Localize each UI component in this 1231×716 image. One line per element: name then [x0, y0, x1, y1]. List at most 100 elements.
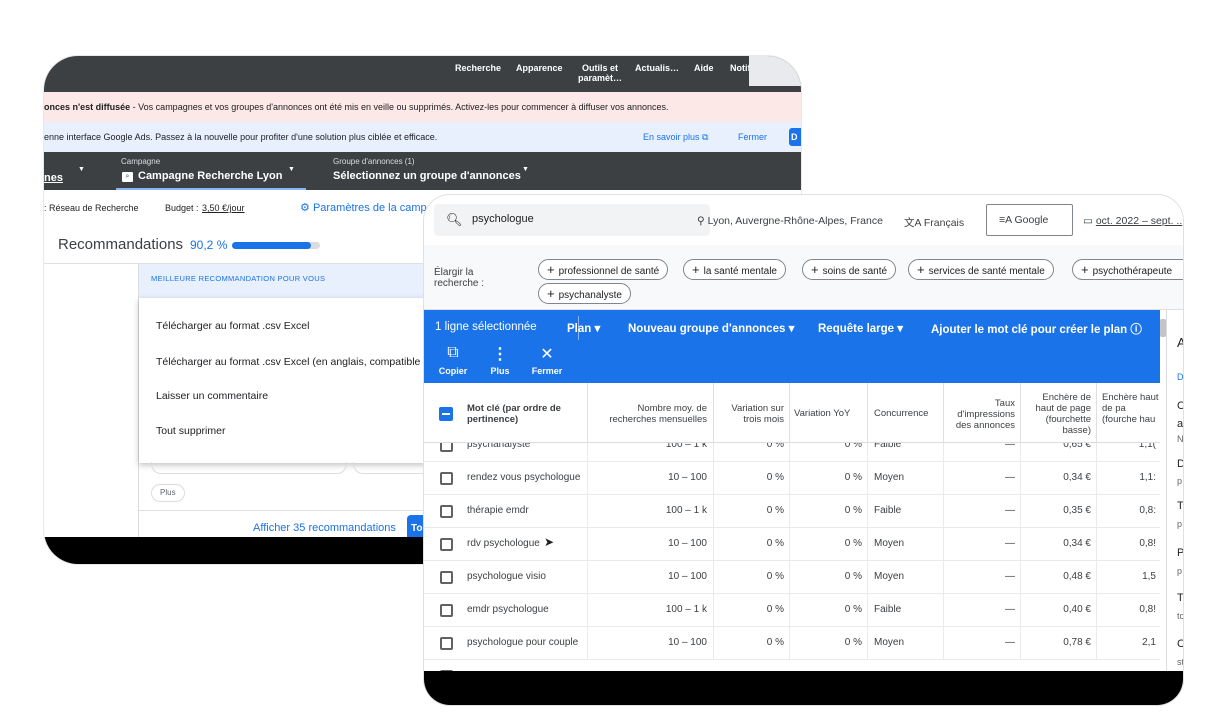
col-yoy[interactable]: Variation YoY — [794, 408, 850, 419]
divider — [713, 462, 714, 495]
match-type-dropdown[interactable]: Requête large ▾ — [818, 321, 903, 335]
side-text: a — [1177, 418, 1183, 430]
table-row[interactable]: rendez vous psychologue 10 – 100 0 % 0 % Moy… — [424, 462, 1160, 495]
settings-link[interactable]: ⚙ Paramètres de la campa — [300, 190, 433, 226]
more-vert-icon[interactable]: ⋮ — [480, 344, 520, 364]
row-checkbox[interactable] — [440, 443, 453, 452]
row-checkbox[interactable] — [440, 604, 453, 617]
chevron-down-icon[interactable]: ▼ — [522, 166, 529, 173]
nav-search[interactable]: Recherche — [455, 63, 501, 73]
add-keyword-to-plan-button[interactable]: Ajouter le mot clé pour créer le plan ⓘ — [931, 321, 1142, 337]
keyword-chip[interactable] — [353, 462, 433, 474]
cell-high: 1,1: — [1139, 472, 1156, 483]
cell-three: 0 % — [766, 538, 784, 549]
col-avg-searches[interactable]: Nombre moy. de recherches mensuelles — [594, 403, 707, 425]
close-label[interactable]: Fermer — [527, 366, 567, 376]
menu-item-download-csv-en[interactable]: Télécharger au format .csv Excel (en ang… — [156, 356, 434, 368]
nav-help[interactable]: Aide — [694, 63, 714, 73]
divider — [867, 495, 868, 528]
col-bid-low[interactable]: Enchère de haut de page (fourchette bass… — [1026, 392, 1091, 436]
side-text: C — [1177, 400, 1183, 412]
chip-services[interactable]: + services de santé mentale — [908, 259, 1054, 280]
chip-sante-mentale[interactable]: + la santé mentale — [683, 259, 786, 280]
cell-kw: psychologue visio — [467, 571, 546, 582]
menu-item-download-csv[interactable]: Télécharger au format .csv Excel — [156, 320, 309, 332]
menu-item-feedback[interactable]: Laisser un commentaire — [156, 390, 268, 402]
chip-psychanalyste[interactable]: + psychanalyste — [538, 283, 631, 304]
network-icon: ≡A — [999, 214, 1012, 226]
new-ad-group-dropdown[interactable]: Nouveau groupe d'annonces ▾ — [628, 321, 794, 335]
nav-notifications[interactable]: Notif — [730, 63, 751, 73]
close-icon[interactable]: ✕ — [527, 344, 567, 364]
table-row[interactable]: psychologue visio 10 – 100 0 % 0 % Moyen — 0,4… — [424, 561, 1160, 594]
chip-soins[interactable]: + soins de santé — [802, 259, 897, 280]
chip-psychotherapeute[interactable]: + psychothérapeute — [1072, 259, 1183, 280]
row-checkbox[interactable] — [440, 472, 453, 485]
divider — [789, 495, 790, 528]
plan-dropdown[interactable]: Plan ▾ — [567, 321, 600, 335]
alert-bold: onces n'est diffusée — [44, 102, 131, 112]
chevron-down-icon[interactable]: ▼ — [288, 166, 295, 173]
info-text: enne interface Google Ads. Passez à la n… — [44, 132, 438, 142]
cell-avg: 100 – 1 k — [665, 505, 707, 516]
table-row[interactable]: emdr psychologue 100 – 1 k 0 % 0 % Faible — 0,… — [424, 594, 1160, 627]
more-label[interactable]: Plus — [480, 366, 520, 376]
row-checkbox[interactable] — [440, 538, 453, 551]
crumb-campaigns[interactable]: nes — [44, 172, 63, 184]
show-all-recommendations-link[interactable]: Afficher 35 recommandations — [253, 522, 396, 534]
table-row[interactable]: psychologue pour couple 10 – 100 0 % 0 % Moy… — [424, 627, 1160, 660]
budget-value[interactable]: 3,50 €/jour — [202, 190, 245, 226]
col-three-month[interactable]: Variation sur trois mois — [720, 403, 784, 425]
language-filter[interactable]: 文A Français — [904, 215, 964, 230]
crumb-campaign-value[interactable]: Campagne Recherche Lyon — [138, 170, 282, 182]
table-row[interactable]: rdv psychologue 10 – 100 0 % 0 % Moyen — 0,34 … — [424, 528, 1160, 561]
query-box[interactable]: 🔍︎ psychologue — [434, 204, 710, 236]
caret-down-icon: ▾ — [594, 323, 601, 335]
plus-icon: + — [811, 262, 819, 277]
close-banner-link[interactable]: Fermer — [738, 122, 767, 152]
network-filter[interactable]: ≡A Google — [986, 204, 1073, 236]
table-row[interactable]: psychanalyste 100 – 1 k 0 % 0 % Faible — 0,65 … — [424, 443, 1160, 462]
divider — [867, 462, 868, 495]
learn-more-link[interactable]: En savoir plus ⧉ — [643, 122, 708, 152]
col-competition[interactable]: Concurrence — [874, 408, 928, 419]
crumb-group-value[interactable]: Sélectionnez un groupe d'annonces — [333, 170, 521, 182]
nav-tools[interactable]: Outils et paramèt… — [578, 63, 622, 83]
divider — [1020, 594, 1021, 627]
broaden-search: Élargir la recherche : + professionnel de… — [424, 245, 1183, 310]
chip-professionnel[interactable]: + professionnel de santé — [538, 259, 669, 280]
plus-chip[interactable]: Plus — [151, 484, 185, 502]
cell-high: 0,8! — [1139, 604, 1156, 615]
alert-text: - Vos campagnes et vos groupes d'annonce… — [130, 102, 669, 112]
divider — [943, 561, 944, 594]
col-keyword[interactable]: Mot clé (par ordre de pertinence) — [467, 403, 585, 425]
cell-comp: Moyen — [874, 538, 905, 549]
nav-appearance[interactable]: Apparence — [516, 63, 563, 73]
chevron-down-icon[interactable]: ▼ — [78, 166, 85, 173]
select-all-checkbox[interactable] — [439, 407, 453, 421]
table-row[interactable]: thérapie emdr 100 – 1 k 0 % 0 % Faible — 0,35 … — [424, 495, 1160, 528]
row-checkbox[interactable] — [440, 505, 453, 518]
col-bid-high[interactable]: Enchère haut de pa (fourche hau — [1102, 392, 1160, 436]
switch-interface-button[interactable]: D — [789, 128, 801, 146]
cell-kw: emdr psychologue — [467, 604, 549, 615]
cell-yoy: 0 % — [844, 571, 862, 582]
plus-icon: + — [547, 262, 555, 277]
help-icon[interactable]: ⓘ — [1130, 324, 1142, 336]
crumb-campaign-label: Campagne — [121, 157, 161, 166]
row-checkbox[interactable] — [440, 637, 453, 650]
cell-yoy: 0 % — [844, 637, 862, 648]
cell-yoy: 0 % — [844, 604, 862, 615]
col-impression-share[interactable]: Taux d'impressions des annonces — [947, 398, 1015, 431]
date-range-filter[interactable]: ▭ oct. 2022 – sept. .. — [1083, 215, 1182, 227]
menu-item-delete-all[interactable]: Tout supprimer — [156, 425, 225, 437]
budget-label: Budget : — [165, 203, 199, 213]
copy-icon[interactable]: ⧉ — [433, 344, 473, 362]
copy-label[interactable]: Copier — [433, 366, 473, 376]
divider — [943, 495, 944, 528]
location-filter[interactable]: ⚲ Lyon, Auvergne-Rhône-Alpes, France — [697, 215, 883, 227]
nav-refresh[interactable]: Actualis… — [635, 63, 679, 73]
divider — [1096, 528, 1097, 561]
keyword-chip[interactable] — [151, 462, 347, 474]
row-checkbox[interactable] — [440, 571, 453, 584]
